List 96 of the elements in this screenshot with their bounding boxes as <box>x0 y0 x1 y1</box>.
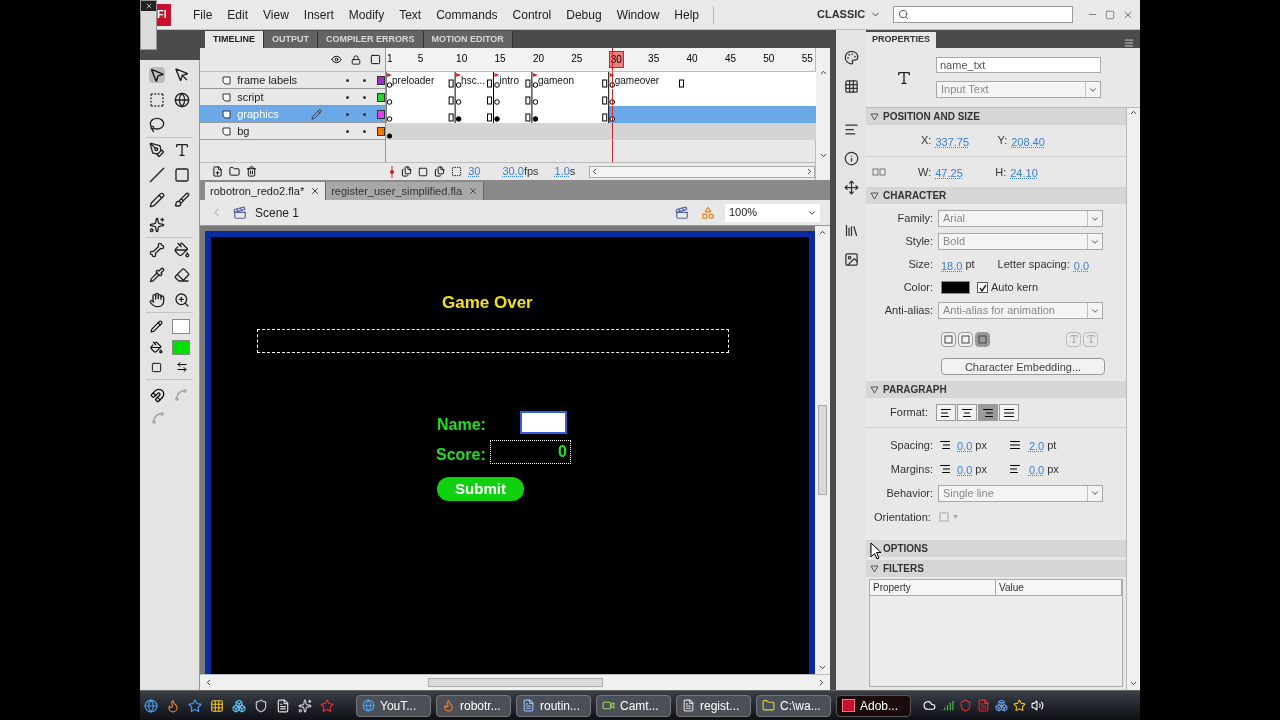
document-tab[interactable]: robotron_redo2.fla* <box>205 182 327 200</box>
field-label: Anti-alias: <box>883 303 933 319</box>
menu-item[interactable]: Text <box>393 5 428 24</box>
unit-label: pt <box>1047 437 1057 453</box>
layer-name[interactable]: frame labels <box>237 71 311 89</box>
section-header[interactable]: FILTERS <box>866 560 1126 577</box>
elapsed-time-unit: s <box>569 164 576 180</box>
letter-spacing-value[interactable]: 0.0 <box>1073 259 1090 272</box>
font-size-value[interactable]: 18.0 <box>941 259 963 272</box>
column-header[interactable]: Property <box>870 580 996 595</box>
workspace-switcher[interactable]: CLASSIC <box>817 6 882 23</box>
field-label: H: <box>995 164 1007 180</box>
frame-number: 10 <box>455 52 469 66</box>
indent-value[interactable]: 0.0 <box>957 440 973 452</box>
frame-number: 45 <box>723 52 738 66</box>
taskbar-button[interactable]: robotr... <box>436 694 511 717</box>
section-header[interactable]: PARAGRAPH <box>866 381 1126 398</box>
field-label: Margins: <box>889 461 933 477</box>
frame-label: gameover <box>614 74 660 88</box>
column-header[interactable]: Value <box>996 580 1122 595</box>
frame-rate-value[interactable]: 30.0 <box>502 163 524 180</box>
field-label: X: <box>921 133 932 149</box>
frame-label: preloader <box>392 74 435 88</box>
field-label: Style: <box>904 234 933 250</box>
menu-item[interactable]: View <box>257 5 295 24</box>
panel-tab[interactable]: MOTION EDITOR <box>423 31 513 48</box>
left-margin-value[interactable]: 0.0 <box>957 464 973 476</box>
game-title: Game Over <box>442 292 533 314</box>
score-label: Score: <box>436 445 486 465</box>
menu-item[interactable]: Help <box>668 5 705 24</box>
menu-item[interactable]: Commands <box>430 5 504 24</box>
unit-label: px <box>1047 461 1059 477</box>
x-value[interactable]: 337.75 <box>935 135 970 148</box>
field-label: Letter spacing: <box>997 257 1070 273</box>
field-label: Format: <box>889 405 928 421</box>
unit-label: pt <box>965 257 975 273</box>
taskbar-button[interactable]: routin... <box>516 694 591 717</box>
field-label: Auto kern <box>991 280 1039 296</box>
taskbar-button[interactable]: regist... <box>676 694 751 717</box>
frame-rate-unit: fps <box>523 164 539 180</box>
menu-item[interactable]: Debug <box>560 5 608 24</box>
layer-row[interactable]: script <box>200 89 815 106</box>
field-label: Orientation: <box>874 509 931 525</box>
menu-item[interactable]: Window <box>610 5 666 24</box>
panel-tab[interactable]: OUTPUT <box>264 31 318 48</box>
field-label: Spacing: <box>889 437 933 453</box>
app-logo: Fl <box>157 3 171 26</box>
scene-name: Scene 1 <box>255 204 300 222</box>
name-label: Name: <box>437 415 486 435</box>
frame-number: 25 <box>570 52 584 66</box>
frame-number: 40 <box>685 52 699 66</box>
taskbar-button[interactable]: Camt... <box>596 694 671 717</box>
instance-name-field[interactable]: name_txt <box>936 57 1101 73</box>
frame-number: 55 <box>800 52 814 66</box>
line-spacing-value[interactable]: 2.0 <box>1028 440 1045 452</box>
section-header[interactable]: CHARACTER <box>866 187 1126 204</box>
section-header[interactable]: POSITION AND SIZE <box>866 108 1126 125</box>
panel-tab[interactable]: PROPERTIES <box>866 32 936 48</box>
menu-item[interactable]: Control <box>506 5 558 24</box>
layer-row[interactable]: bg <box>200 123 815 140</box>
layer-row[interactable]: frame labels preloader hsc... intro gameon gameover <box>200 72 815 89</box>
document-tab[interactable]: register_user_simplified.fla <box>326 182 485 200</box>
field-label: Color: <box>902 280 933 296</box>
frame-label: gameon <box>537 74 575 88</box>
frame-number: 35 <box>647 52 661 66</box>
unit-label: px <box>975 461 987 477</box>
character-embedding-button[interactable]: Character Embedding... <box>941 358 1105 375</box>
menu-item[interactable]: Edit <box>221 5 255 24</box>
zoom-dropdown[interactable]: 100% <box>725 203 820 222</box>
taskbar-button[interactable]: C:\wa... <box>756 694 831 717</box>
frame-number: 20 <box>531 52 546 66</box>
field-label: W: <box>918 164 932 180</box>
taskbar-button[interactable]: Adob... <box>836 694 911 717</box>
frame-label: hsc... <box>461 74 485 88</box>
frame-number: 1 <box>386 52 394 66</box>
taskbar-button[interactable]: YouT... <box>356 694 431 717</box>
layer-name[interactable]: script <box>237 88 311 106</box>
frame-number: 50 <box>762 52 776 66</box>
elapsed-time-value[interactable]: 1.0 <box>554 163 570 180</box>
menu-item[interactable]: Modify <box>342 5 391 24</box>
frame-number: 15 <box>493 52 507 66</box>
frame-label: intro <box>499 74 519 88</box>
panel-tab[interactable]: COMPILER ERRORS <box>318 31 424 48</box>
menu-item[interactable]: File <box>187 5 219 24</box>
frame-number: 5 <box>416 52 425 66</box>
field-label: Size: <box>907 257 933 273</box>
right-margin-value[interactable]: 0.0 <box>1028 464 1045 476</box>
field-label: Behavior: <box>885 485 933 501</box>
unit-label: px <box>975 437 987 453</box>
layer-name[interactable]: bg <box>237 122 311 140</box>
field-label: Family: <box>896 211 933 227</box>
score-text-box: 0 <box>490 440 571 464</box>
menu-item[interactable]: Insert <box>297 5 340 24</box>
section-header[interactable]: OPTIONS <box>866 540 1126 557</box>
panel-tab[interactable]: TIMELINE <box>205 31 264 48</box>
field-label: Y: <box>997 133 1008 149</box>
